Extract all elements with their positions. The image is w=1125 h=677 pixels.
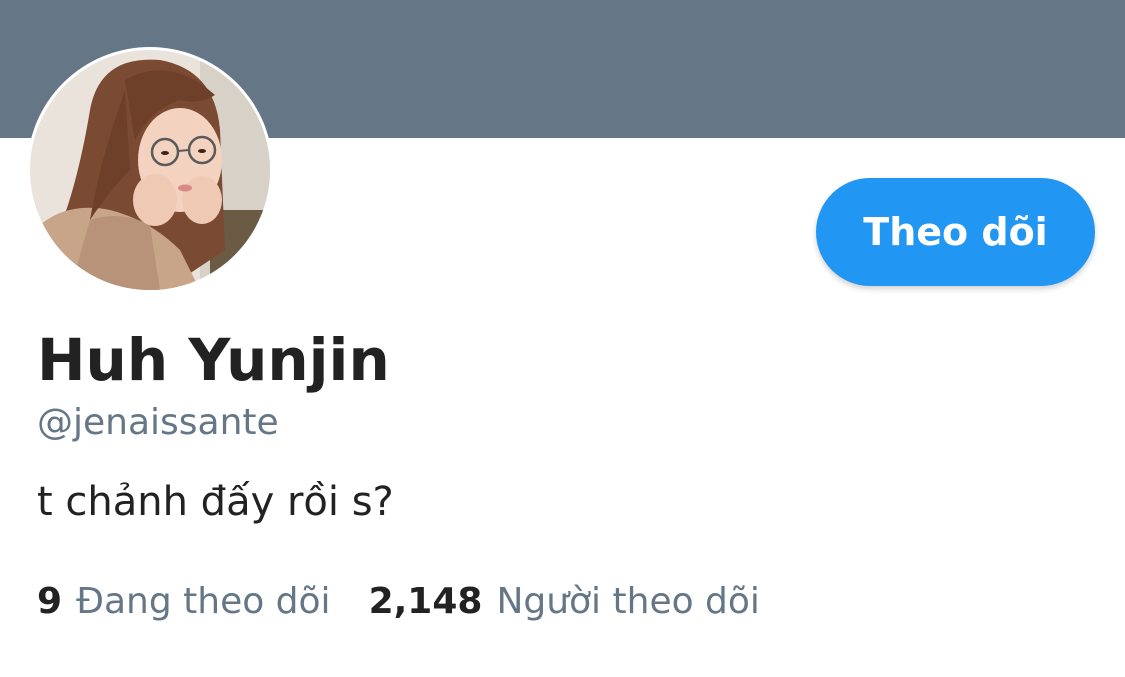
following-count: 9 [37,581,63,622]
profile-avatar[interactable] [27,47,273,293]
followers-count: 2,148 [368,581,483,622]
follow-button[interactable]: Theo dõi [816,178,1095,286]
profile-stats: 9 Đang theo dõi 2,148 Người theo dõi [37,578,760,626]
followers-label: Người theo dõi [496,581,760,622]
avatar-photo [30,50,270,290]
followers-stat[interactable]: 2,148 Người theo dõi [369,578,760,626]
display-name: Huh Yunjin [37,326,390,394]
profile-bio: t chảnh đấy rồi s? [37,479,394,525]
following-label: Đang theo dõi [76,581,331,622]
user-handle: @jenaissante [37,402,279,443]
following-stat[interactable]: 9 Đang theo dõi [37,578,331,626]
